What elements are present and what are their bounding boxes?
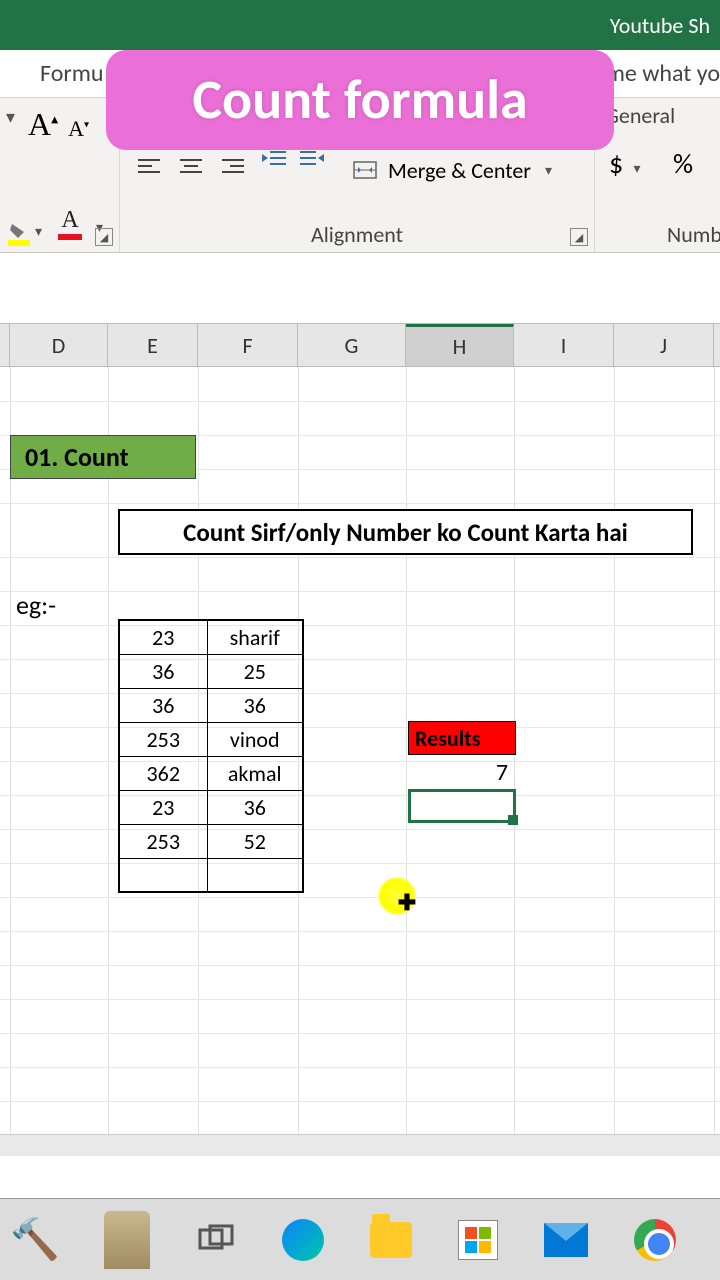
table-cell[interactable]: 23 — [119, 620, 207, 654]
chrome-icon[interactable] — [634, 1217, 676, 1263]
table-cell[interactable]: akmal — [207, 756, 303, 790]
table-cell[interactable]: 36 — [119, 688, 207, 722]
example-data-table[interactable]: 23sharif36253636253vinod362akmal23362535… — [118, 619, 304, 893]
table-cell[interactable]: 253 — [119, 824, 207, 858]
column-header-e[interactable]: E — [108, 324, 198, 366]
table-row[interactable]: 23sharif — [119, 620, 303, 654]
table-cell[interactable]: 36 — [119, 654, 207, 688]
table-cell[interactable]: 253 — [119, 722, 207, 756]
column-header-f[interactable]: F — [198, 324, 298, 366]
align-left-icon[interactable] — [128, 144, 170, 188]
titlebar-text: Youtube Sh — [610, 12, 710, 39]
merge-icon — [352, 158, 378, 182]
task-view-icon[interactable] — [196, 1217, 236, 1263]
chevron-down-icon: ▾ — [31, 223, 42, 240]
decrease-indent-icon[interactable] — [260, 148, 288, 177]
fill-color-swatch — [8, 240, 30, 246]
chevron-down-icon: ▾ — [541, 162, 552, 179]
table-row[interactable] — [119, 858, 303, 892]
percent-button[interactable]: % — [673, 146, 693, 181]
alignment-group-launcher[interactable]: ◢ — [570, 228, 588, 246]
merge-center-button[interactable]: Merge & Center ▾ — [352, 148, 552, 192]
fill-handle[interactable] — [508, 815, 518, 825]
font-color-button[interactable]: A — [58, 207, 82, 240]
formula-bar-area — [0, 253, 720, 323]
font-size-dropdown-icon[interactable]: ▾ — [6, 106, 15, 128]
increase-font-icon[interactable]: A▴ — [28, 106, 58, 143]
ribbon-font-group: ▾ A▴ A▾ ▾ A ▾ ◢ — [0, 98, 120, 252]
microsoft-store-icon[interactable] — [458, 1217, 498, 1263]
table-row[interactable]: 3625 — [119, 654, 303, 688]
file-explorer-icon[interactable] — [370, 1217, 412, 1263]
results-value-cell[interactable]: 7 — [408, 755, 516, 789]
column-headers: D E F G H I J — [0, 323, 720, 367]
table-cell[interactable]: 362 — [119, 756, 207, 790]
tab-formulas[interactable]: Formu — [40, 59, 104, 88]
column-header-i[interactable]: I — [514, 324, 614, 366]
table-cell[interactable]: sharif — [207, 620, 303, 654]
cursor-highlight: ✚ — [378, 877, 416, 915]
number-format-dropdown[interactable]: General — [605, 102, 675, 129]
align-center-icon[interactable] — [170, 144, 212, 188]
number-group-label: Numb — [667, 221, 720, 248]
table-row[interactable]: 2336 — [119, 790, 303, 824]
table-cell[interactable]: 36 — [207, 688, 303, 722]
font-group-launcher[interactable]: ◢ — [95, 228, 113, 246]
table-row[interactable]: 362akmal — [119, 756, 303, 790]
description-text: Count Sirf/only Number ko Count Karta ha… — [118, 509, 693, 555]
taskbar-app-icon-2[interactable] — [104, 1217, 150, 1263]
column-header-d[interactable]: D — [10, 324, 108, 366]
table-cell[interactable]: vinod — [207, 722, 303, 756]
video-overlay-banner: Count formula — [106, 50, 614, 150]
table-cell[interactable]: 36 — [207, 790, 303, 824]
chevron-down-icon: ▾ — [630, 160, 641, 177]
table-cell[interactable] — [207, 858, 303, 892]
section-heading: 01. Count — [10, 435, 196, 479]
table-cell[interactable]: 52 — [207, 824, 303, 858]
table-cell[interactable]: 25 — [207, 654, 303, 688]
fill-color-button[interactable]: ▾ — [8, 222, 42, 240]
taskbar: 🔨 — [0, 1198, 720, 1280]
horizontal-scrollbar[interactable] — [0, 1134, 720, 1156]
table-cell[interactable] — [119, 858, 207, 892]
column-header-h[interactable]: H — [406, 324, 514, 366]
font-color-swatch — [58, 234, 82, 240]
alignment-group-label: Alignment — [120, 221, 594, 248]
decrease-font-icon[interactable]: A▾ — [68, 106, 89, 143]
results-header: Results — [408, 721, 516, 755]
selected-cell[interactable] — [408, 789, 516, 823]
table-cell[interactable]: 23 — [119, 790, 207, 824]
merge-center-label: Merge & Center — [388, 157, 531, 184]
font-color-a: A — [61, 207, 78, 234]
edge-browser-icon[interactable] — [282, 1217, 324, 1263]
taskbar-app-icon-1[interactable]: 🔨 — [12, 1217, 58, 1263]
titlebar: Youtube Sh — [0, 0, 720, 50]
column-header-g[interactable]: G — [298, 324, 406, 366]
table-row[interactable]: 25352 — [119, 824, 303, 858]
status-bar-area — [0, 1156, 720, 1196]
table-row[interactable]: 253vinod — [119, 722, 303, 756]
column-header-j[interactable]: J — [614, 324, 714, 366]
mail-icon[interactable] — [544, 1217, 588, 1263]
table-row[interactable]: 3636 — [119, 688, 303, 722]
increase-indent-icon[interactable] — [298, 148, 326, 177]
spreadsheet-grid[interactable]: 01. Count Count Sirf/only Number ko Coun… — [0, 367, 720, 1137]
align-right-icon[interactable] — [212, 144, 254, 188]
cell-cursor-icon: ✚ — [398, 889, 416, 916]
bucket-icon — [8, 222, 28, 240]
example-label: eg:- — [16, 589, 56, 621]
currency-button[interactable]: $ ▾ — [609, 146, 641, 181]
